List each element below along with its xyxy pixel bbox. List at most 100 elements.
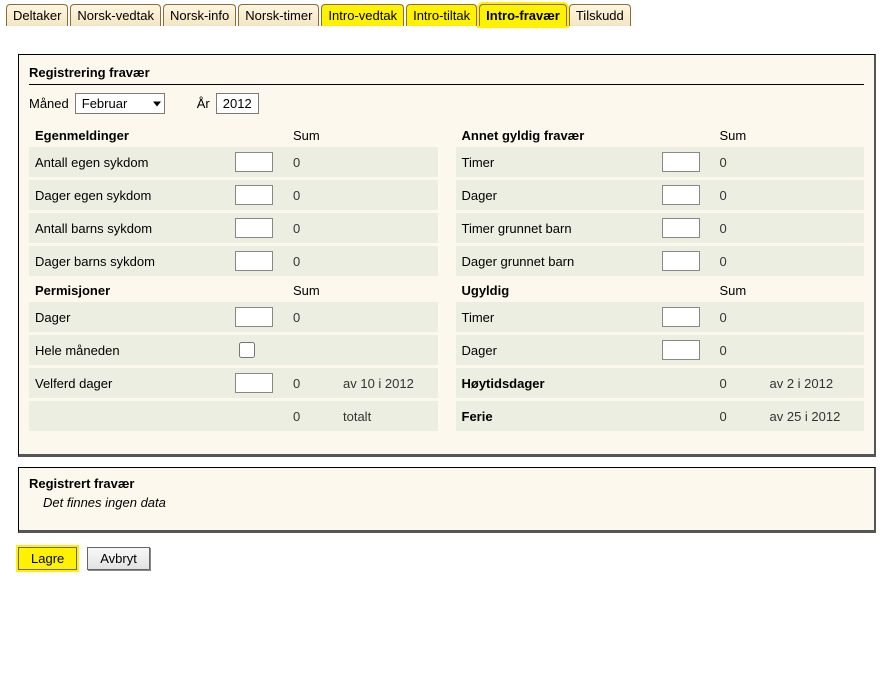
row-input-cell	[662, 185, 712, 205]
row-sum: 0	[712, 409, 762, 424]
value-input[interactable]	[662, 307, 700, 327]
form-row: Timer0	[456, 302, 865, 332]
row-extra: totalt	[335, 409, 432, 424]
row-input-cell	[235, 185, 285, 205]
row-input-cell	[235, 218, 285, 238]
row-label: Velferd dager	[35, 376, 235, 391]
row-extra: av 2 i 2012	[762, 376, 859, 391]
tab-tilskudd[interactable]: Tilskudd	[569, 4, 631, 26]
filter-row: Måned Februar År 2012	[29, 93, 864, 114]
row-sum: 0	[285, 221, 335, 236]
row-label: Dager	[462, 343, 662, 358]
row-sum: 0	[712, 155, 762, 170]
form-row: Ferie 0av 25 i 2012	[456, 401, 865, 431]
tab-intro-tiltak[interactable]: Intro-tiltak	[406, 4, 477, 26]
row-sum: 0	[285, 254, 335, 269]
tab-intro-vedtak[interactable]: Intro-vedtak	[321, 4, 404, 26]
row-extra: av 25 i 2012	[762, 409, 859, 424]
form-row: Dager 0	[29, 302, 438, 332]
row-sum: 0	[285, 409, 335, 424]
form-row: Dager grunnet barn 0	[456, 246, 865, 276]
value-input[interactable]	[235, 218, 273, 238]
section-header-permisjoner: Permisjoner Sum	[29, 279, 438, 302]
value-input[interactable]	[235, 251, 273, 271]
row-input-cell	[662, 218, 712, 238]
row-sum: 0	[712, 188, 762, 203]
row-label: Antall barns sykdom	[35, 221, 235, 236]
form-row: Høytidsdager0av 2 i 2012	[456, 368, 865, 398]
row-input-cell	[235, 373, 285, 393]
tab-norsk-info[interactable]: Norsk-info	[163, 4, 236, 26]
value-input[interactable]	[235, 373, 273, 393]
form-row: 0totalt	[29, 401, 438, 431]
value-input[interactable]	[235, 307, 273, 327]
cancel-button[interactable]: Avbryt	[87, 547, 150, 570]
row-sum: 0	[712, 221, 762, 236]
row-input-cell	[662, 251, 712, 271]
month-label: Måned	[29, 96, 69, 111]
value-checkbox[interactable]	[239, 342, 255, 358]
value-input[interactable]	[662, 340, 700, 360]
panel2-nodata: Det finnes ingen data	[29, 495, 864, 510]
button-row: Lagre Avbryt	[18, 547, 890, 570]
row-sum: 0	[285, 188, 335, 203]
form-row: Antall barns sykdom 0	[29, 213, 438, 243]
col-left: EgenmeldingerSumAntall egen sykdom0Dager…	[29, 124, 438, 434]
panel2-title: Registrert fravær	[29, 476, 864, 491]
value-input[interactable]	[662, 251, 700, 271]
tab-bar: DeltakerNorsk-vedtakNorsk-infoNorsk-time…	[4, 4, 890, 26]
section-header-annet-gyldig: Annet gyldig fravær Sum	[456, 124, 865, 147]
panel-registrert-fravaer: Registrert fravær Det finnes ingen data	[18, 467, 876, 533]
value-input[interactable]	[662, 152, 700, 172]
tab-norsk-timer[interactable]: Norsk-timer	[238, 4, 319, 26]
row-label: Hele måneden	[35, 343, 235, 358]
row-sum: 0	[285, 310, 335, 325]
row-label: Dager	[462, 188, 662, 203]
value-input[interactable]	[662, 218, 700, 238]
chevron-down-icon	[153, 101, 161, 106]
row-sum: 0	[712, 343, 762, 358]
row-sum: 0	[285, 155, 335, 170]
row-label: Timer	[462, 155, 662, 170]
section-title: Ugyldig	[462, 283, 662, 298]
section-header-egenmeldinger: EgenmeldingerSum	[29, 124, 438, 147]
month-value: Februar	[82, 96, 128, 111]
form-row: Antall egen sykdom 0	[29, 147, 438, 177]
row-input-cell	[235, 339, 285, 361]
save-button[interactable]: Lagre	[18, 547, 77, 570]
row-label: Timer	[462, 310, 662, 325]
row-input-cell	[235, 251, 285, 271]
row-label: Dager grunnet barn	[462, 254, 662, 269]
row-extra: av 10 i 2012	[335, 376, 432, 391]
month-select[interactable]: Februar	[75, 93, 165, 114]
row-label: Antall egen sykdom	[35, 155, 235, 170]
row-label: Ferie	[462, 409, 662, 424]
sections-grid: EgenmeldingerSumAntall egen sykdom0Dager…	[29, 124, 864, 434]
sum-header: Sum	[720, 283, 770, 298]
value-input[interactable]	[235, 185, 273, 205]
row-label: Dager barns sykdom	[35, 254, 235, 269]
row-label: Dager	[35, 310, 235, 325]
section-title: Egenmeldinger	[35, 128, 235, 143]
sum-header: Sum	[293, 283, 343, 298]
value-input[interactable]	[235, 152, 273, 172]
tab-deltaker[interactable]: Deltaker	[6, 4, 68, 26]
year-input[interactable]: 2012	[216, 93, 259, 114]
panel-registrering-fravaer: Registrering fravær Måned Februar År 201…	[18, 54, 876, 457]
value-input[interactable]	[662, 185, 700, 205]
row-input-cell	[662, 307, 712, 327]
panel-title: Registrering fravær	[29, 61, 864, 85]
form-row: Dager 0	[456, 180, 865, 210]
row-input-cell	[235, 307, 285, 327]
sum-header: Sum	[720, 128, 770, 143]
section-title: Permisjoner	[35, 283, 235, 298]
section-title: Annet gyldig fravær	[462, 128, 662, 143]
form-row: Velferd dager0av 10 i 2012	[29, 368, 438, 398]
year-label: År	[197, 96, 210, 111]
form-row: Timer 0	[456, 147, 865, 177]
row-sum: 0	[712, 254, 762, 269]
row-label: Høytidsdager	[462, 376, 662, 391]
tab-norsk-vedtak[interactable]: Norsk-vedtak	[70, 4, 161, 26]
tab-intro-frav-r[interactable]: Intro-fravær	[479, 4, 567, 26]
col-right: Annet gyldig fraværSumTimer0Dager0Timer …	[456, 124, 865, 434]
